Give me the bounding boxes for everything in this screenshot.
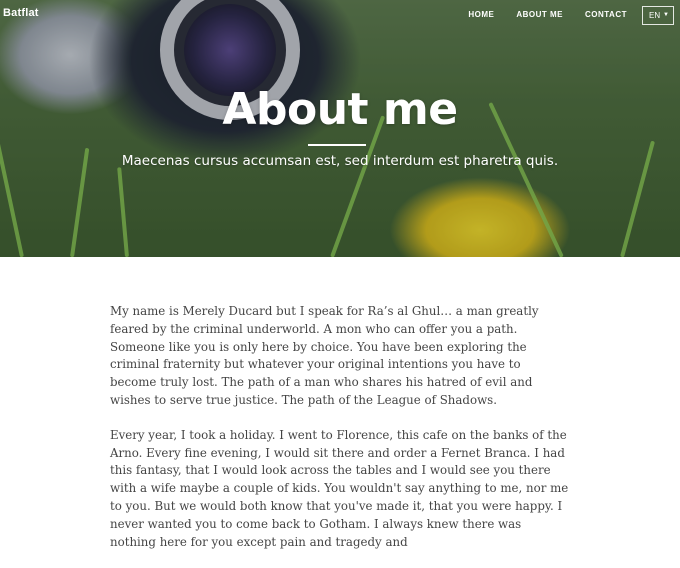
nav-contact-link[interactable]: CONTACT (585, 10, 627, 19)
site-logo[interactable]: Batflat (3, 7, 39, 19)
nav-home-link[interactable]: HOME (468, 10, 494, 19)
paragraph: My name is Merely Ducard but I speak for… (110, 304, 539, 407)
page-title: About me (222, 84, 458, 135)
hero-banner: Batflat HOME ABOUT ME CONTACT EN ▼ About… (0, 0, 680, 257)
main-nav: HOME ABOUT ME CONTACT EN ▼ (468, 0, 680, 28)
language-select[interactable]: EN ▼ (642, 5, 674, 25)
paragraph: Every year, I took a holiday. I went to … (110, 427, 569, 549)
title-divider (308, 144, 366, 146)
page-subtitle: Maecenas cursus accumsan est, sed interd… (121, 153, 559, 169)
top-navbar: Batflat HOME ABOUT ME CONTACT EN ▼ (0, 0, 680, 28)
article-content: My name is Merely Ducard but I speak for… (0, 257, 680, 568)
chevron-down-icon: ▼ (663, 12, 669, 18)
nav-about-link[interactable]: ABOUT ME (516, 10, 563, 19)
language-value: EN (649, 10, 661, 20)
